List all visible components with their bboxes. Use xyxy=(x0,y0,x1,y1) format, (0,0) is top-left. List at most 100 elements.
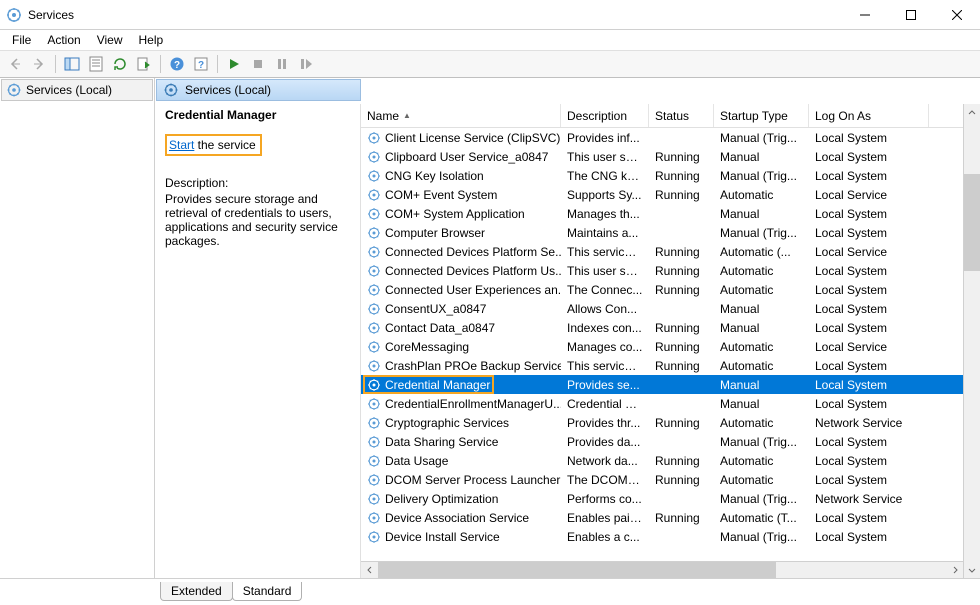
menu-help[interactable]: Help xyxy=(131,31,172,49)
service-row[interactable]: Device Association ServiceEnables pair..… xyxy=(361,508,963,527)
horizontal-scrollbar-thumb[interactable] xyxy=(378,562,776,579)
close-button[interactable] xyxy=(934,0,980,30)
scroll-left-icon[interactable] xyxy=(361,562,378,579)
tree-item-services-local[interactable]: Services (Local) xyxy=(1,79,153,101)
forward-button[interactable] xyxy=(28,53,50,75)
scroll-right-icon[interactable] xyxy=(946,562,963,579)
service-log-on-as: Local System xyxy=(809,302,929,316)
minimize-button[interactable] xyxy=(842,0,888,30)
service-status: Running xyxy=(649,340,714,354)
pause-service-button[interactable] xyxy=(271,53,293,75)
service-row[interactable]: CoreMessagingManages co...RunningAutomat… xyxy=(361,337,963,356)
service-row[interactable]: ConsentUX_a0847Allows Con...ManualLocal … xyxy=(361,299,963,318)
statusbar xyxy=(0,601,980,605)
task-pane: Credential Manager Start the service Des… xyxy=(155,102,360,578)
service-description: Allows Con... xyxy=(561,302,649,316)
service-row[interactable]: Cryptographic ServicesProvides thr...Run… xyxy=(361,413,963,432)
service-description: Performs co... xyxy=(561,492,649,506)
service-row[interactable]: DCOM Server Process LauncherThe DCOML...… xyxy=(361,470,963,489)
help2-button[interactable]: ? xyxy=(190,53,212,75)
service-row[interactable]: Computer BrowserMaintains a...Manual (Tr… xyxy=(361,223,963,242)
service-status: Running xyxy=(649,473,714,487)
scroll-down-icon[interactable] xyxy=(964,561,980,578)
service-status: Running xyxy=(649,245,714,259)
gear-icon xyxy=(367,340,381,354)
service-description: This user ser... xyxy=(561,150,649,164)
column-startup-type[interactable]: Startup Type xyxy=(714,104,809,127)
svg-text:?: ? xyxy=(198,60,204,71)
tab-extended[interactable]: Extended xyxy=(160,582,233,601)
service-row[interactable]: Connected Devices Platform Se...This ser… xyxy=(361,242,963,261)
gear-icon xyxy=(367,226,381,240)
gear-icon xyxy=(6,82,22,98)
service-row[interactable]: COM+ Event SystemSupports Sy...RunningAu… xyxy=(361,185,963,204)
service-row[interactable]: Connected Devices Platform Us...This use… xyxy=(361,261,963,280)
service-row[interactable]: Data Sharing ServiceProvides da...Manual… xyxy=(361,432,963,451)
gear-icon xyxy=(367,169,381,183)
column-status[interactable]: Status xyxy=(649,104,714,127)
service-row[interactable]: Device Install ServiceEnables a c...Manu… xyxy=(361,527,963,546)
column-description[interactable]: Description xyxy=(561,104,649,127)
start-service-rest: the service xyxy=(194,138,255,152)
service-row[interactable]: Contact Data_a0847Indexes con...RunningM… xyxy=(361,318,963,337)
service-startup-type: Automatic xyxy=(714,359,809,373)
service-log-on-as: Local System xyxy=(809,131,929,145)
list-pane: Name▲ Description Status Startup Type Lo… xyxy=(360,104,980,578)
column-name[interactable]: Name▲ xyxy=(361,104,561,127)
service-name: Connected Devices Platform Us... xyxy=(385,264,561,278)
service-row[interactable]: CrashPlan PROe Backup ServiceThis servic… xyxy=(361,356,963,375)
horizontal-scrollbar[interactable] xyxy=(361,561,963,578)
column-log-on-as[interactable]: Log On As xyxy=(809,104,929,127)
gear-icon xyxy=(367,397,381,411)
scroll-up-icon[interactable] xyxy=(964,104,980,121)
service-startup-type: Manual (Trig... xyxy=(714,530,809,544)
service-startup-type: Manual xyxy=(714,207,809,221)
start-service-button[interactable] xyxy=(223,53,245,75)
stop-service-button[interactable] xyxy=(247,53,269,75)
back-button[interactable] xyxy=(4,53,26,75)
service-row[interactable]: Data UsageNetwork da...RunningAutomaticL… xyxy=(361,451,963,470)
help-button[interactable]: ? xyxy=(166,53,188,75)
vertical-scrollbar[interactable] xyxy=(963,104,980,578)
tab-standard[interactable]: Standard xyxy=(232,582,303,601)
menu-view[interactable]: View xyxy=(89,31,131,49)
service-row[interactable]: COM+ System ApplicationManages th...Manu… xyxy=(361,204,963,223)
content-pane: Services (Local) Credential Manager Star… xyxy=(155,78,980,578)
menu-action[interactable]: Action xyxy=(39,31,88,49)
list-header: Name▲ Description Status Startup Type Lo… xyxy=(361,104,963,128)
service-row[interactable]: Delivery OptimizationPerforms co...Manua… xyxy=(361,489,963,508)
service-name: Connected User Experiences an... xyxy=(385,283,561,297)
service-status: Running xyxy=(649,321,714,335)
maximize-button[interactable] xyxy=(888,0,934,30)
show-hide-tree-button[interactable] xyxy=(61,53,83,75)
service-row[interactable]: CredentialEnrollmentManagerU...Credentia… xyxy=(361,394,963,413)
refresh-button[interactable] xyxy=(109,53,131,75)
service-name: Data Sharing Service xyxy=(385,435,498,449)
service-description: This user ser... xyxy=(561,264,649,278)
service-row[interactable]: Clipboard User Service_a0847This user se… xyxy=(361,147,963,166)
gear-icon xyxy=(367,207,381,221)
service-startup-type: Manual (Trig... xyxy=(714,131,809,145)
service-row[interactable]: Credential ManagerProvides se...ManualLo… xyxy=(361,375,963,394)
service-startup-type: Automatic xyxy=(714,283,809,297)
restart-service-button[interactable] xyxy=(295,53,317,75)
svg-text:?: ? xyxy=(174,60,180,71)
service-row[interactable]: CNG Key IsolationThe CNG ke...RunningMan… xyxy=(361,166,963,185)
service-status: Running xyxy=(649,188,714,202)
service-row[interactable]: Client License Service (ClipSVC)Provides… xyxy=(361,128,963,147)
service-description: Enables a c... xyxy=(561,530,649,544)
gear-icon xyxy=(367,245,381,259)
tree-item-label: Services (Local) xyxy=(26,83,112,97)
start-service-link[interactable]: Start xyxy=(169,138,194,152)
vertical-scrollbar-thumb[interactable] xyxy=(964,174,980,271)
service-name: COM+ System Application xyxy=(385,207,525,221)
menu-file[interactable]: File xyxy=(4,31,39,49)
service-row[interactable]: Connected User Experiences an...The Conn… xyxy=(361,280,963,299)
properties-button[interactable] xyxy=(85,53,107,75)
service-name: Connected Devices Platform Se... xyxy=(385,245,561,259)
service-status: Running xyxy=(649,283,714,297)
service-name: Contact Data_a0847 xyxy=(385,321,495,335)
export-button[interactable] xyxy=(133,53,155,75)
service-description: Provides thr... xyxy=(561,416,649,430)
service-description: The DCOML... xyxy=(561,473,649,487)
